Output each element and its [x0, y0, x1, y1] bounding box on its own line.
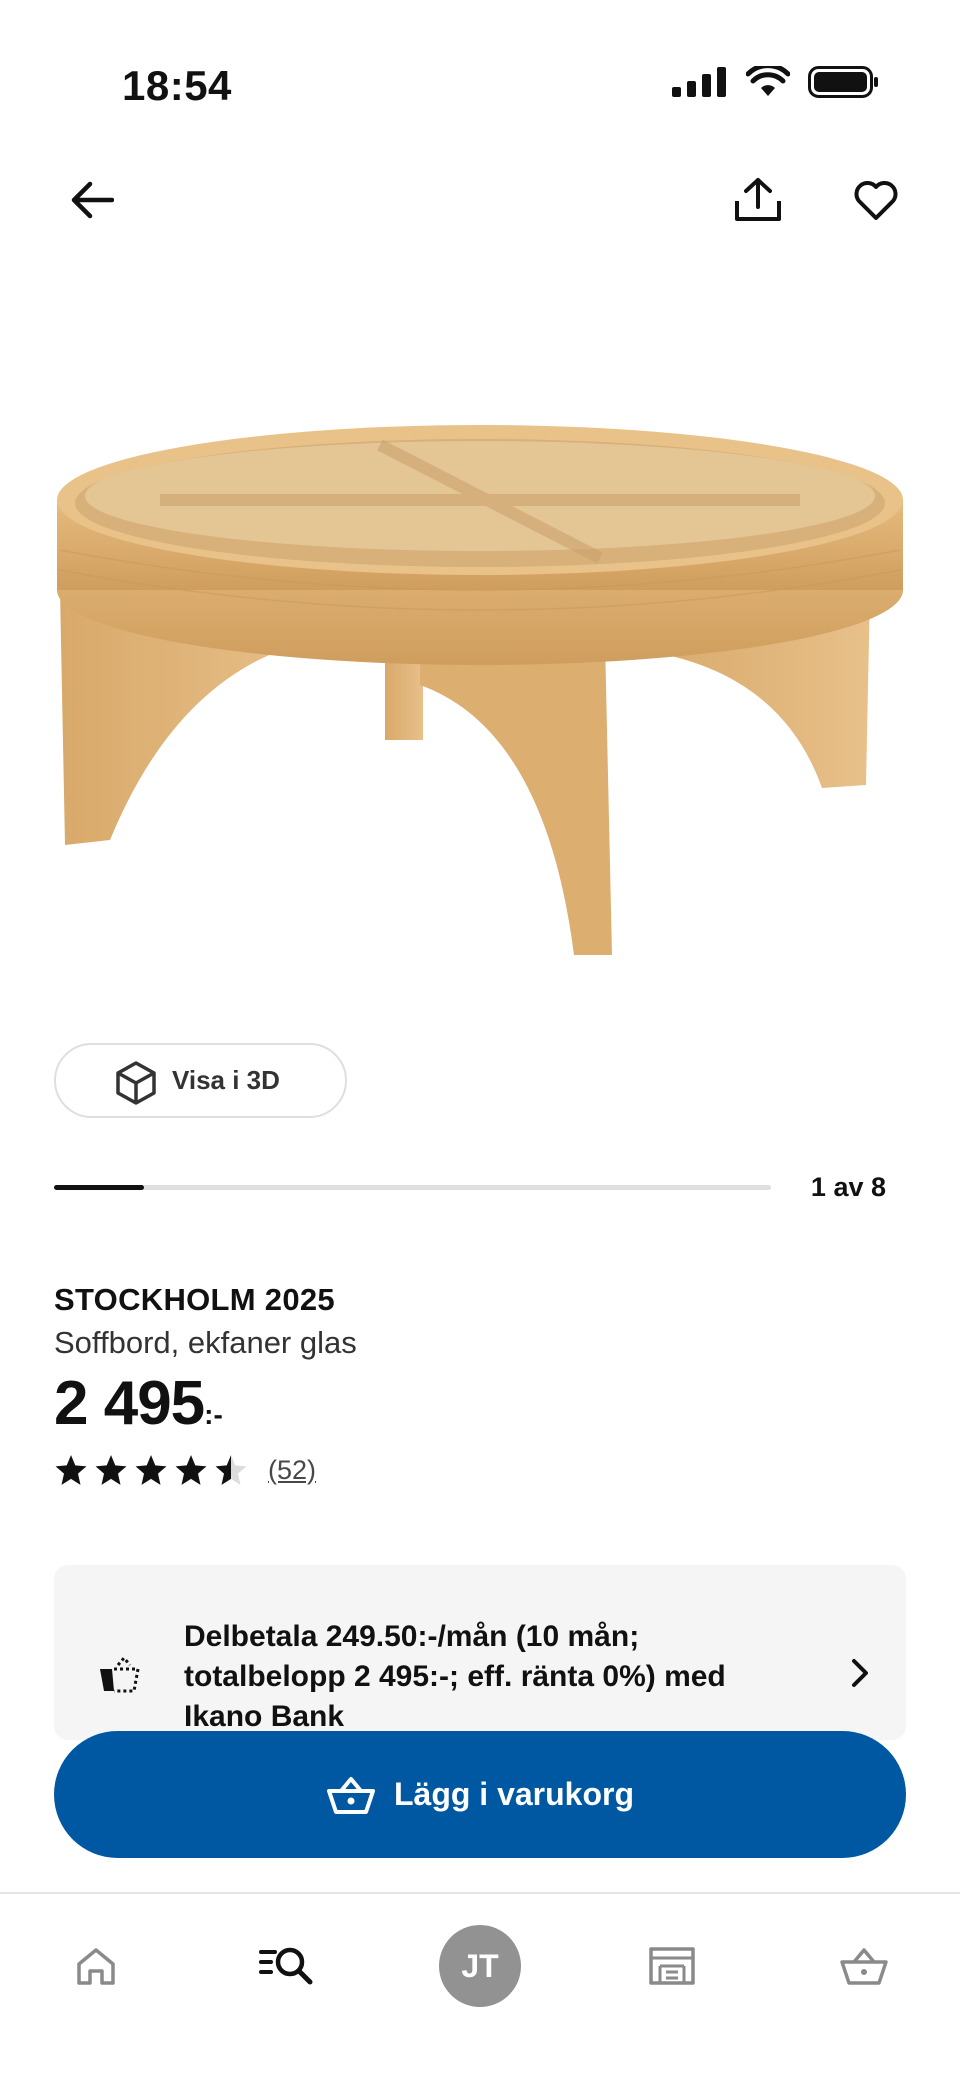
product-image[interactable] — [40, 400, 920, 980]
search-icon — [259, 1947, 313, 1985]
product-price: 2 495:- — [54, 1368, 223, 1439]
financing-card[interactable]: Delbetala 249.50:-/mån (10 mån; totalbel… — [54, 1565, 906, 1740]
cart-icon — [840, 1948, 888, 1985]
status-time: 18:54 — [122, 62, 232, 109]
tab-profile[interactable]: JT — [430, 1925, 530, 2007]
share-button[interactable] — [718, 160, 798, 240]
star-icon — [135, 1455, 167, 1485]
gallery-progress-bar — [54, 1185, 771, 1190]
star-icon — [95, 1455, 127, 1485]
view-3d-button[interactable]: Visa i 3D — [54, 1043, 347, 1118]
star-icon — [55, 1455, 87, 1485]
rating-stars — [54, 1454, 248, 1486]
price-suffix: :- — [204, 1399, 223, 1430]
back-arrow-icon — [71, 181, 114, 219]
tab-home[interactable] — [46, 1926, 146, 2006]
review-count-link[interactable]: (52) — [268, 1455, 316, 1486]
share-icon — [735, 178, 781, 221]
chevron-right-icon — [852, 1659, 868, 1687]
tab-search[interactable] — [236, 1926, 336, 2006]
add-to-cart-button[interactable]: Lägg i varukorg — [54, 1731, 906, 1858]
heart-icon — [854, 181, 898, 220]
cart-basket-icon — [326, 1776, 375, 1814]
top-nav — [0, 160, 960, 260]
bottom-tab-bar: JT — [0, 1892, 960, 2085]
product-rating[interactable]: (52) — [54, 1454, 316, 1486]
gallery-page-counter: 1 av 8 — [810, 1172, 886, 1202]
product-description: Soffbord, ekfaner glas — [54, 1325, 357, 1360]
view-3d-label: Visa i 3D — [172, 1065, 280, 1095]
favorite-button[interactable] — [836, 160, 916, 240]
status-icons — [672, 66, 880, 98]
tab-cart[interactable] — [814, 1926, 914, 2006]
cube-3d-icon — [116, 1061, 156, 1105]
battery-icon — [808, 66, 878, 98]
back-button[interactable] — [52, 160, 132, 240]
financing-text: Delbetala 249.50:-/mån (10 mån; totalbel… — [184, 1620, 726, 1733]
star-icon — [215, 1455, 247, 1485]
star-icon — [175, 1455, 207, 1485]
gallery-progress-fill — [54, 1185, 144, 1190]
cellular-signal-icon — [672, 67, 726, 97]
store-icon — [649, 1947, 695, 1985]
add-to-cart-label: Lägg i varukorg — [393, 1776, 635, 1812]
home-icon — [77, 1948, 115, 1985]
status-bar: 18:54 — [0, 0, 960, 150]
tab-stores[interactable] — [622, 1926, 722, 2006]
avatar: JT — [439, 1925, 521, 2007]
product-name: STOCKHOLM 2025 — [54, 1282, 335, 1317]
wifi-icon — [746, 66, 790, 96]
price-value: 2 495 — [54, 1369, 205, 1438]
installment-icon — [100, 1655, 140, 1693]
